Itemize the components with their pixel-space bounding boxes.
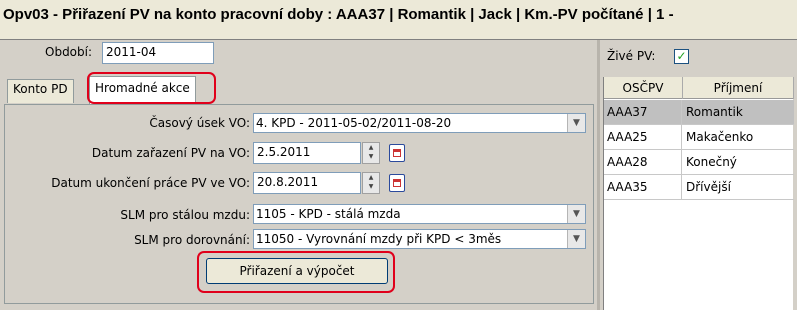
row-id: AAA25 bbox=[604, 125, 682, 149]
dropdown-arrow-icon[interactable]: ▼ bbox=[567, 114, 585, 132]
period-input[interactable]: 2011-04 bbox=[102, 42, 214, 64]
window-title: Opv03 - Přiřazení PV na konto pracovní d… bbox=[0, 0, 797, 40]
grid-header: OSČPV Příjmení bbox=[604, 77, 794, 99]
live-pv-label: Živé PV: bbox=[607, 49, 656, 63]
dropdown-arrow-icon[interactable]: ▼ bbox=[567, 205, 585, 223]
period-label: Období: bbox=[45, 45, 93, 59]
tab-konto-pd[interactable]: Konto PD bbox=[7, 79, 74, 103]
slm-fixed-label: SLM pro stálou mzdu: bbox=[120, 208, 250, 222]
end-date-input[interactable]: 20.8.2011 bbox=[253, 172, 361, 194]
column-header-oscpv[interactable]: OSČPV bbox=[604, 77, 683, 99]
time-section-value: 4. KPD - 2011-05-02/2011-08-20 bbox=[256, 116, 452, 130]
assign-date-label: Datum zařazení PV na VO: bbox=[91, 146, 250, 160]
live-pv-checkbox[interactable]: ✓ bbox=[674, 49, 689, 64]
time-section-label: Časový úsek VO: bbox=[149, 116, 250, 130]
assign-date-input[interactable]: 2.5.2011 bbox=[253, 142, 361, 164]
spinner-icon[interactable]: ▲ ▼ bbox=[362, 172, 380, 194]
splitter[interactable] bbox=[597, 40, 600, 310]
dropdown-arrow-icon[interactable]: ▼ bbox=[567, 230, 585, 248]
row-id: AAA37 bbox=[604, 100, 682, 124]
employee-grid: OSČPV Příjmení AAA37 Romantik AAA25 Maka… bbox=[603, 77, 794, 310]
calendar-icon[interactable] bbox=[389, 144, 405, 162]
calendar-icon[interactable] bbox=[389, 174, 405, 192]
row-id: AAA35 bbox=[604, 175, 682, 199]
table-row[interactable]: AAA35 Dřívější bbox=[604, 175, 794, 200]
row-surname: Dřívější bbox=[686, 180, 731, 194]
end-date-label: Datum ukončení práce PV ve VO: bbox=[51, 176, 250, 190]
row-surname: Romantik bbox=[686, 105, 743, 119]
table-row[interactable]: AAA28 Konečný bbox=[604, 150, 794, 175]
table-row[interactable]: AAA37 Romantik bbox=[604, 100, 794, 125]
spinner-icon[interactable]: ▲ ▼ bbox=[362, 142, 380, 164]
slm-adjust-value: 11050 - Vyrovnání mzdy při KPD < 3měs bbox=[256, 232, 502, 246]
slm-fixed-value: 1105 - KPD - stálá mzda bbox=[256, 207, 401, 221]
column-header-surname[interactable]: Příjmení bbox=[683, 77, 794, 99]
row-id: AAA28 bbox=[604, 150, 682, 174]
slm-adjust-select[interactable]: 11050 - Vyrovnání mzdy při KPD < 3měs ▼ bbox=[253, 229, 586, 249]
button-highlight-ring bbox=[197, 251, 395, 293]
slm-adjust-label: SLM pro dorovnání: bbox=[134, 233, 250, 247]
table-row[interactable]: AAA25 Makačenko bbox=[604, 125, 794, 150]
row-surname: Makačenko bbox=[686, 130, 754, 144]
slm-fixed-select[interactable]: 1105 - KPD - stálá mzda ▼ bbox=[253, 204, 586, 224]
tab-highlight-ring bbox=[87, 72, 216, 104]
time-section-select[interactable]: 4. KPD - 2011-05-02/2011-08-20 ▼ bbox=[253, 113, 586, 133]
row-surname: Konečný bbox=[686, 155, 737, 169]
